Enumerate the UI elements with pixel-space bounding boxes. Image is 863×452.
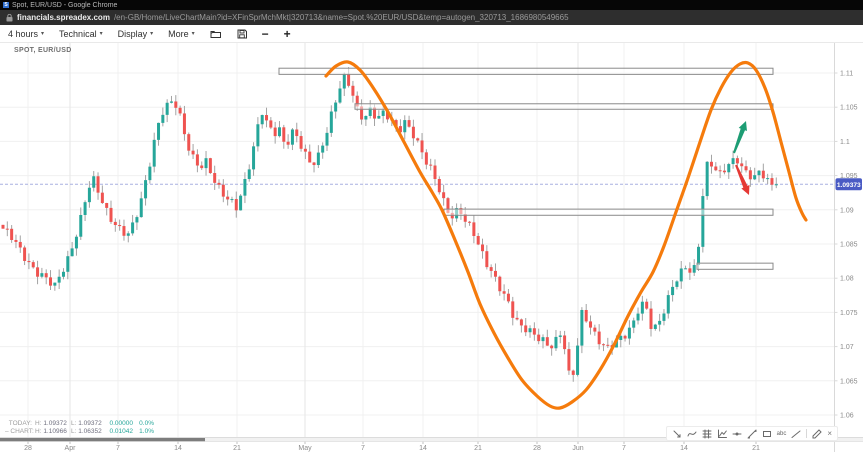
legend-row-chart: – CHART: H: 1.10966 L: 1.06352 0.01042 1…	[5, 428, 154, 436]
price-zone-rect[interactable]	[697, 263, 773, 269]
price-zone-rect[interactable]	[279, 68, 773, 74]
timeframe-menu-label: 4 hours	[8, 29, 38, 39]
time-axis-label: 14	[680, 445, 688, 452]
trend-curve-drawing[interactable]	[326, 62, 806, 408]
price-chart[interactable]: 1.111.1051.11.0951.091.0851.081.0751.071…	[0, 43, 863, 452]
price-zone-rect[interactable]	[444, 209, 773, 215]
chevron-down-icon: ▾	[150, 30, 153, 37]
price-axis-label: 1.06	[840, 413, 854, 420]
url-domain: financials.spreadex.com	[17, 13, 110, 22]
window-titlebar: S Spot, EUR/USD - Google Chrome	[0, 0, 863, 10]
time-axis-label: 7	[361, 445, 365, 452]
time-axis-label: Apr	[65, 445, 77, 452]
price-axis-label: 1.07	[840, 344, 854, 351]
legend-row-today: TODAY: H: 1.09372 L: 1.09372 0.00000 0.0…	[5, 420, 154, 428]
more-menu-label: More	[168, 29, 189, 39]
time-axis[interactable]: 28 Apr 7 14 21 May 7 14 21 28 Jun 7 14 21	[24, 442, 760, 452]
price-axis-label: 1.085	[840, 242, 858, 249]
price-axis-label: 1.11	[840, 71, 853, 78]
legend-chart-change-pct: 1.0%	[136, 428, 154, 436]
window-title: Spot, EUR/USD - Google Chrome	[12, 2, 117, 9]
time-axis-label: 21	[752, 445, 760, 452]
spreadex-favicon: S	[3, 2, 9, 8]
legend-today-label: TODAY:	[5, 420, 32, 428]
chart-toolbar: 4 hours ▾ Technical ▾ Display ▾ More ▾ −…	[0, 25, 863, 43]
time-axis-label: 21	[233, 445, 241, 452]
display-menu[interactable]: Display ▾	[118, 29, 154, 39]
legend-chart-label: – CHART:	[5, 428, 32, 436]
grid-lines	[0, 43, 835, 442]
technical-menu[interactable]: Technical ▾	[59, 29, 103, 39]
url-path: /en-GB/Home/LiveChartMain?id=XFinSprMchM…	[114, 13, 569, 22]
grid-icon[interactable]	[702, 429, 712, 439]
chevron-down-icon: ▾	[192, 30, 195, 37]
save-icon[interactable]	[237, 29, 247, 39]
time-axis-label: Jun	[572, 445, 583, 452]
up-arrow-drawing[interactable]	[733, 121, 747, 153]
zoom-in-button[interactable]: +	[284, 29, 291, 39]
lock-icon	[6, 14, 13, 22]
time-axis-label: 28	[24, 445, 32, 452]
more-menu[interactable]: More ▾	[168, 29, 195, 39]
legend-chart-high: H: 1.10966	[35, 428, 68, 436]
scrollbar-thumb[interactable]	[0, 438, 205, 441]
edit-icon[interactable]	[812, 429, 822, 439]
time-axis-label: May	[298, 445, 312, 452]
technical-menu-label: Technical	[59, 29, 97, 39]
legend-today-low: L: 1.09372	[71, 420, 104, 428]
chevron-down-icon: ▾	[100, 30, 103, 37]
current-price-badge: 1.09373	[836, 178, 863, 190]
legend-today-high: H: 1.09372	[35, 420, 68, 428]
chart-axes-icon[interactable]	[717, 429, 727, 439]
svg-text:1.09373: 1.09373	[837, 182, 861, 189]
price-axis-label: 1.065	[840, 378, 858, 385]
price-axis-label: 1.08	[840, 276, 854, 283]
legend-today-change-pct: 0.0%	[136, 420, 154, 428]
price-axis-label: 1.1	[840, 139, 850, 146]
browser-window: S Spot, EUR/USD - Google Chrome financia…	[0, 0, 863, 452]
time-axis-label: 21	[474, 445, 482, 452]
drawing-toolbar: abc ×	[666, 426, 838, 441]
cursor-icon[interactable]	[672, 429, 682, 439]
price-axis-label: 1.075	[840, 310, 858, 317]
rectangle-icon[interactable]	[762, 429, 772, 439]
legend-chart-change: 0.01042	[106, 428, 133, 436]
address-bar[interactable]: financials.spreadex.com/en-GB/Home/LiveC…	[0, 10, 863, 25]
time-axis-label: 14	[174, 445, 182, 452]
toolbar-divider	[806, 429, 807, 438]
open-folder-icon[interactable]	[210, 29, 222, 39]
price-axis-label: 1.09	[840, 207, 854, 214]
timeframe-menu[interactable]: 4 hours ▾	[8, 29, 44, 39]
freehand-icon[interactable]	[687, 429, 697, 439]
zoom-out-button[interactable]: −	[262, 29, 269, 39]
price-axis-label: 1.105	[840, 105, 858, 112]
chart-legend: TODAY: H: 1.09372 L: 1.09372 0.00000 0.0…	[5, 420, 154, 436]
time-axis-label: 14	[419, 445, 427, 452]
time-axis-label: 7	[622, 445, 626, 452]
chart-symbol-label: SPOT, EUR/USD	[14, 47, 72, 54]
time-axis-label: 28	[533, 445, 541, 452]
horizontal-line-icon[interactable]	[732, 429, 742, 439]
legend-today-change: 0.00000	[106, 420, 133, 428]
chevron-down-icon: ▾	[41, 30, 44, 37]
close-icon[interactable]: ×	[827, 429, 832, 438]
trend-line-icon[interactable]	[747, 429, 757, 439]
display-menu-label: Display	[118, 29, 148, 39]
ray-icon[interactable]	[791, 429, 801, 439]
text-icon[interactable]: abc	[777, 431, 787, 437]
time-axis-label: 7	[116, 445, 120, 452]
legend-chart-low: L: 1.06352	[71, 428, 104, 436]
